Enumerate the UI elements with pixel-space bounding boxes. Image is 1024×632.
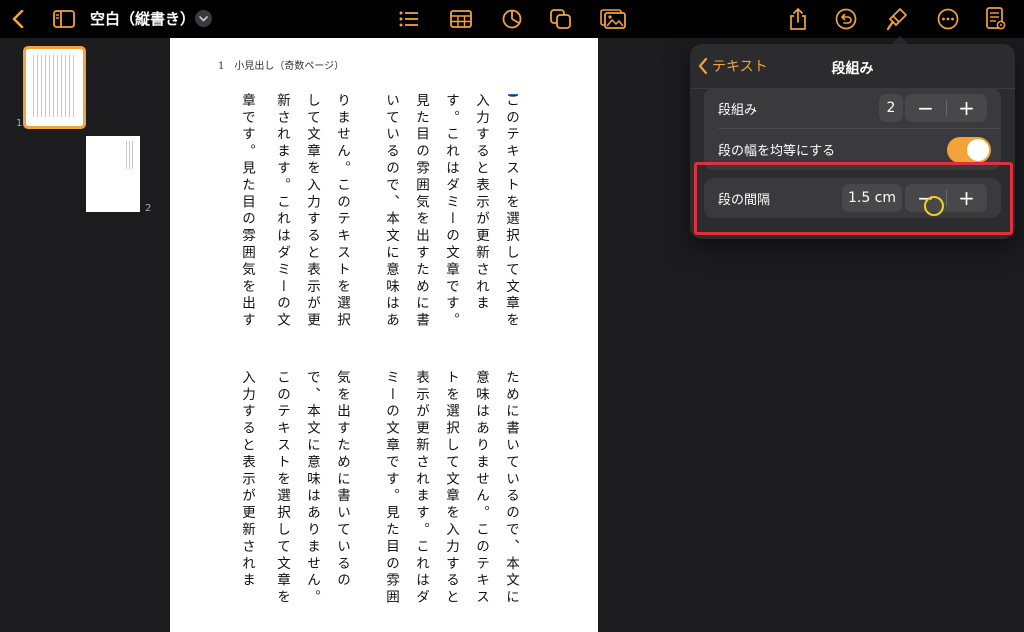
text-column-line[interactable]: 見た目の雰囲気を出すために書 xyxy=(406,93,436,353)
toolbar: 空白（縦書き） xyxy=(0,0,1024,38)
thumbnail-text-preview xyxy=(33,55,77,117)
highlight-box xyxy=(694,162,1013,235)
shape-icon[interactable] xyxy=(549,4,573,34)
text-column-line[interactable]: いているので、本文に意味はあ xyxy=(376,93,406,353)
text-column-line[interactable]: このテキストを選択して文章を xyxy=(496,93,526,353)
text-column-line[interactable]: す。これはダミーの文章です。 xyxy=(436,93,466,353)
text-column-line[interactable]: 章です。見た目の雰囲気を出す xyxy=(232,93,262,353)
popover-title: 段組み xyxy=(831,61,874,77)
columns-value-field[interactable]: 2 xyxy=(879,94,903,122)
share-icon[interactable] xyxy=(786,4,810,34)
text-column-line[interactable]: で、本文に意味はありません。 xyxy=(297,370,327,630)
app-window: 空白（縦書き） 1 2 1 小見出し（奇数ページ） このテキストを選択して文章を… xyxy=(0,0,1024,632)
columns-label: 段組み xyxy=(718,103,758,118)
document-setup-icon[interactable] xyxy=(984,4,1008,34)
thumbnail-page-number: 2 xyxy=(145,203,152,214)
page-thumbnail[interactable] xyxy=(86,136,140,212)
columns-settings-group: 段組み 2 − + 段の幅を均等にする xyxy=(704,88,1001,170)
thumbnail-page-number: 1 xyxy=(16,118,23,129)
page-thumbnail[interactable] xyxy=(23,46,86,129)
text-column-line[interactable]: 表示が更新されます。これはダ xyxy=(406,370,436,630)
text-column-line[interactable]: 気を出すために書いているの xyxy=(327,370,357,630)
sidebar-icon[interactable] xyxy=(52,4,76,34)
columns-stepper: − + xyxy=(905,94,987,122)
undo-icon[interactable] xyxy=(834,4,858,34)
columns-decrement-button[interactable]: − xyxy=(905,94,946,122)
document-page[interactable]: 1 小見出し（奇数ページ） このテキストを選択して文章を 入力すると表示が更新さ… xyxy=(170,38,598,632)
text-column-line[interactable]: りません。このテキストを選択 xyxy=(327,93,357,353)
text-column-line[interactable]: トを選択して文章を入力すると xyxy=(436,370,466,630)
more-icon[interactable] xyxy=(936,4,960,34)
columns-increment-button[interactable]: + xyxy=(946,94,987,122)
media-icon[interactable] xyxy=(599,4,627,34)
equal-width-toggle[interactable] xyxy=(947,137,991,163)
touch-indicator xyxy=(924,196,944,216)
title-menu-chevron-icon[interactable] xyxy=(195,10,212,27)
list-icon[interactable] xyxy=(397,4,421,34)
text-column-line[interactable]: ために書いているので、本文に xyxy=(496,370,526,630)
text-column-line[interactable]: して文章を入力すると表示が更 xyxy=(297,93,327,353)
page-thumbnail-sidebar: 1 2 xyxy=(0,38,170,632)
equal-width-label: 段の幅を均等にする xyxy=(718,144,836,159)
back-chevron-icon[interactable] xyxy=(8,4,28,34)
format-brush-icon[interactable] xyxy=(884,4,910,34)
thumbnail-text-preview xyxy=(126,141,134,169)
columns-row: 段組み 2 − + xyxy=(704,88,1001,128)
text-column-line[interactable]: 入力すると表示が更新されま xyxy=(466,93,496,353)
text-column-line[interactable]: このテキストを選択して文章を xyxy=(267,370,297,630)
chart-icon[interactable] xyxy=(500,4,524,34)
text-column-line[interactable]: 入力すると表示が更新されま xyxy=(232,370,262,630)
toggle-knob xyxy=(967,139,989,161)
table-icon[interactable] xyxy=(448,4,474,34)
document-title[interactable]: 空白（縦書き） xyxy=(90,8,195,29)
text-column-line[interactable]: ミーの文章です。見た目の雰囲 xyxy=(376,370,406,630)
text-column-line[interactable]: 新されます。これはダミーの文 xyxy=(267,93,297,353)
text-column-line[interactable]: 意味はありません。このテキス xyxy=(466,370,496,630)
page-header: 1 小見出し（奇数ページ） xyxy=(218,61,345,72)
